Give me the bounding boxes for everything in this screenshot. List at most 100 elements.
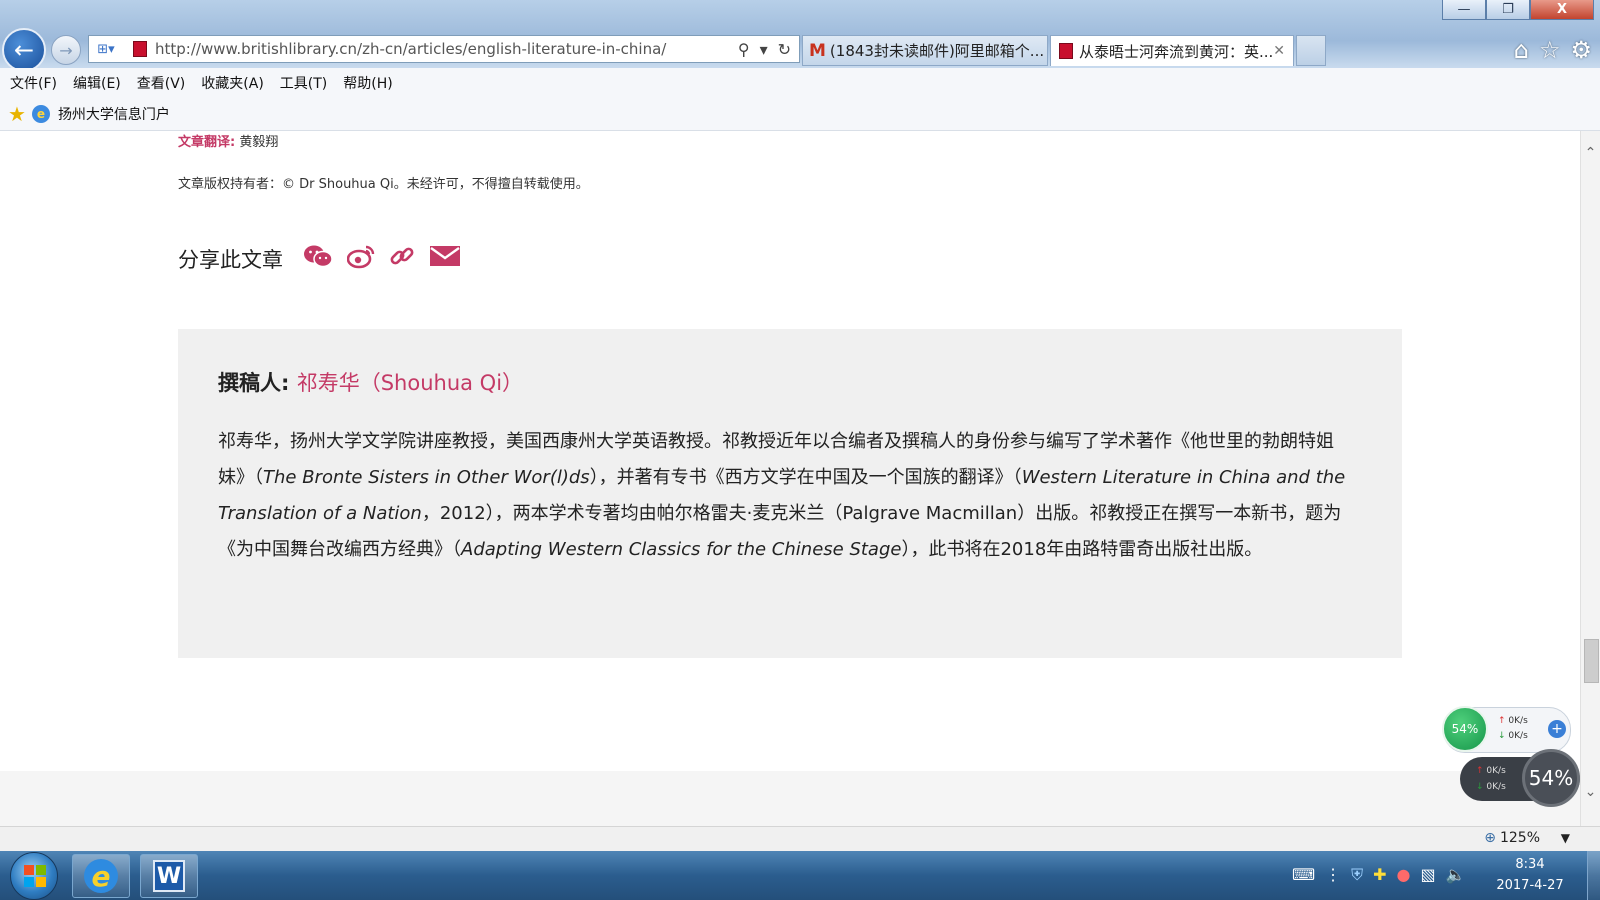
guard-plus-icon[interactable]: ✚ bbox=[1373, 865, 1386, 885]
dark-download-speed: 0K/s bbox=[1486, 782, 1506, 792]
dropdown-arrow-icon[interactable]: ▾ bbox=[760, 40, 768, 59]
back-button[interactable]: ← bbox=[2, 28, 46, 72]
author-name-link[interactable]: 祁寿华（Shouhua Qi） bbox=[297, 371, 523, 395]
tab-article[interactable]: 从泰晤士河奔流到黄河：英... ✕ bbox=[1050, 35, 1294, 66]
scroll-down-icon[interactable]: ⌄ bbox=[1581, 782, 1600, 802]
tab-mail[interactable]: M (1843封未读邮件)阿里邮箱个... bbox=[802, 35, 1048, 66]
site-favicon-icon bbox=[133, 41, 147, 57]
show-desktop-button[interactable] bbox=[1587, 851, 1600, 900]
download-arrow-icon: ↓ bbox=[1476, 782, 1484, 792]
scroll-thumb[interactable] bbox=[1584, 639, 1599, 683]
system-tray: ⌨ ⋮ ⛨ ✚ ● ▧ 🔈 bbox=[1292, 865, 1466, 885]
close-tab-icon[interactable]: ✕ bbox=[1273, 43, 1285, 59]
address-bar[interactable]: ⊞▾ http://www.britishlibrary.cn/zh-cn/ar… bbox=[88, 35, 800, 63]
translator-name: 黄毅翔 bbox=[239, 135, 279, 150]
zoom-level[interactable]: ⊕ 125% bbox=[1484, 830, 1540, 846]
site-favicon-icon bbox=[1059, 43, 1073, 59]
vertical-scrollbar[interactable]: ⌃ ⌄ bbox=[1580, 131, 1600, 826]
browser-titlebar: — ❐ X ← → ⊞▾ http://www.britishlibrary.c… bbox=[0, 0, 1600, 72]
tab-label: (1843封未读邮件)阿里邮箱个... bbox=[829, 42, 1045, 60]
volume-icon[interactable]: 🔈 bbox=[1446, 865, 1466, 885]
menu-file[interactable]: 文件(F) bbox=[0, 73, 65, 93]
net-speeds: ↑ 0K/s ↓ 0K/s bbox=[1498, 714, 1528, 744]
upload-arrow-icon: ↑ bbox=[1498, 716, 1506, 726]
author-bio: 祁寿华，扬州大学文学院讲座教授，美国西康州大学英语教授。祁教授近年以合编者及撰稿… bbox=[218, 424, 1358, 568]
translator-label: 文章翻译: bbox=[178, 135, 236, 150]
menu-help[interactable]: 帮助(H) bbox=[335, 73, 400, 93]
address-url[interactable]: http://www.britishlibrary.cn/zh-cn/artic… bbox=[155, 40, 738, 58]
security-shield-icon[interactable]: ⛨ bbox=[1351, 865, 1363, 885]
network-icon[interactable]: ▧ bbox=[1420, 865, 1435, 885]
author-heading: 撰稿人: 祁寿华（Shouhua Qi） bbox=[218, 367, 523, 397]
compatibility-view-icon[interactable]: ⊞▾ bbox=[93, 39, 119, 59]
page-footer-band bbox=[0, 771, 1580, 826]
author-box: 撰稿人: 祁寿华（Shouhua Qi） 祁寿华，扬州大学文学院讲座教授，美国西… bbox=[178, 329, 1402, 658]
minimize-button[interactable]: — bbox=[1442, 0, 1486, 20]
new-tab-button[interactable] bbox=[1296, 35, 1326, 66]
memory-usage-percent[interactable]: 54% bbox=[1442, 706, 1488, 752]
upload-speed: 0K/s bbox=[1508, 716, 1528, 726]
status-bar: ⊕ 125% ▼ bbox=[0, 826, 1600, 851]
upload-arrow-icon: ↑ bbox=[1476, 766, 1484, 776]
add-favorite-star-icon[interactable]: ★ bbox=[8, 102, 26, 126]
share-title: 分享此文章 bbox=[178, 248, 283, 272]
dark-net-speeds: ↑ 0K/s ↓ 0K/s bbox=[1476, 763, 1506, 795]
keyboard-icon[interactable]: ⌨ bbox=[1292, 865, 1315, 885]
bio-book-title: The Bronte Sisters in Other Wor(l)ds bbox=[263, 467, 590, 488]
author-label: 撰稿人: bbox=[218, 371, 290, 395]
bio-text: ），并著有专书《西方文学在中国及一个国族的翻译》（ bbox=[589, 467, 1022, 488]
zoom-magnifier-icon: ⊕ bbox=[1484, 830, 1496, 846]
email-icon[interactable] bbox=[429, 244, 461, 274]
menu-favorites[interactable]: 收藏夹(A) bbox=[193, 73, 272, 93]
bio-text: ），此书将在2018年由路特雷奇出版社出版。 bbox=[901, 539, 1263, 560]
home-icon[interactable]: ⌂ bbox=[1514, 36, 1529, 64]
tab-label: 从泰晤士河奔流到黄河：英... bbox=[1078, 42, 1274, 61]
menu-bar: 文件(F) 编辑(E) 查看(V) 收藏夹(A) 工具(T) 帮助(H) bbox=[0, 68, 1600, 97]
arrow-left-icon: ← bbox=[13, 36, 35, 64]
dark-net-speed-widget[interactable]: ↑ 0K/s ↓ 0K/s 54% bbox=[1460, 749, 1580, 807]
page-content: 文章翻译: 黄毅翔 文章版权持有者：© Dr Shouhua Qi。未经许可，不… bbox=[0, 131, 1580, 826]
dark-usage-percent[interactable]: 54% bbox=[1522, 749, 1580, 807]
tray-expand-icon[interactable]: ⋮ bbox=[1325, 865, 1341, 885]
share-section: 分享此文章 bbox=[178, 243, 475, 275]
maximize-button[interactable]: ❐ bbox=[1486, 0, 1530, 20]
mail-logo-icon: M bbox=[809, 40, 826, 61]
favorites-star-icon[interactable]: ☆ bbox=[1539, 36, 1561, 64]
favorites-bar: ★ e 扬州大学信息门户 bbox=[0, 97, 1600, 131]
taskbar-clock[interactable]: 8:34 2017-4-27 bbox=[1490, 854, 1570, 896]
taskbar: e W ⌨ ⋮ ⛨ ✚ ● ▧ 🔈 8:34 2017-4-27 bbox=[0, 851, 1600, 900]
menu-view[interactable]: 查看(V) bbox=[129, 73, 194, 93]
wechat-icon[interactable] bbox=[303, 243, 333, 275]
zoom-dropdown-icon[interactable]: ▼ bbox=[1561, 831, 1570, 845]
start-button[interactable] bbox=[10, 852, 58, 900]
favorite-link-yzu-portal[interactable]: 扬州大学信息门户 bbox=[58, 104, 170, 124]
plus-icon[interactable]: + bbox=[1548, 720, 1566, 738]
arrow-right-icon: → bbox=[59, 40, 73, 60]
antivirus-icon[interactable]: ● bbox=[1397, 865, 1411, 885]
refresh-icon[interactable]: ↻ bbox=[778, 40, 791, 59]
menu-tools[interactable]: 工具(T) bbox=[272, 73, 335, 93]
zoom-value: 125% bbox=[1499, 830, 1540, 846]
clock-time: 8:34 bbox=[1515, 857, 1545, 872]
scroll-up-icon[interactable]: ⌃ bbox=[1581, 143, 1600, 163]
net-speed-widget[interactable]: 54% ↑ 0K/s ↓ 0K/s + bbox=[1442, 706, 1571, 753]
clock-date: 2017-4-27 bbox=[1496, 878, 1564, 893]
taskbar-ie-button[interactable]: e bbox=[72, 854, 130, 898]
forward-button[interactable]: → bbox=[51, 35, 81, 65]
menu-edit[interactable]: 编辑(E) bbox=[65, 73, 129, 93]
search-icon[interactable]: ⚲ bbox=[738, 40, 750, 59]
close-window-button[interactable]: X bbox=[1530, 0, 1594, 20]
internet-explorer-icon: e bbox=[84, 859, 118, 893]
link-icon[interactable] bbox=[389, 243, 415, 275]
download-speed: 0K/s bbox=[1508, 731, 1528, 741]
article-copyright: 文章版权持有者：© Dr Shouhua Qi。未经许可，不得擅自转载使用。 bbox=[178, 177, 589, 192]
taskbar-word-button[interactable]: W bbox=[140, 854, 198, 898]
weibo-icon[interactable] bbox=[346, 243, 375, 275]
article-translator: 文章翻译: 黄毅翔 bbox=[178, 131, 278, 150]
ie-page-icon: e bbox=[31, 104, 50, 123]
download-arrow-icon: ↓ bbox=[1498, 731, 1506, 741]
dark-upload-speed: 0K/s bbox=[1486, 766, 1506, 776]
windows-logo-icon bbox=[24, 865, 46, 887]
gear-icon[interactable]: ⚙ bbox=[1570, 36, 1592, 64]
window-controls: — ❐ X bbox=[1442, 0, 1594, 20]
